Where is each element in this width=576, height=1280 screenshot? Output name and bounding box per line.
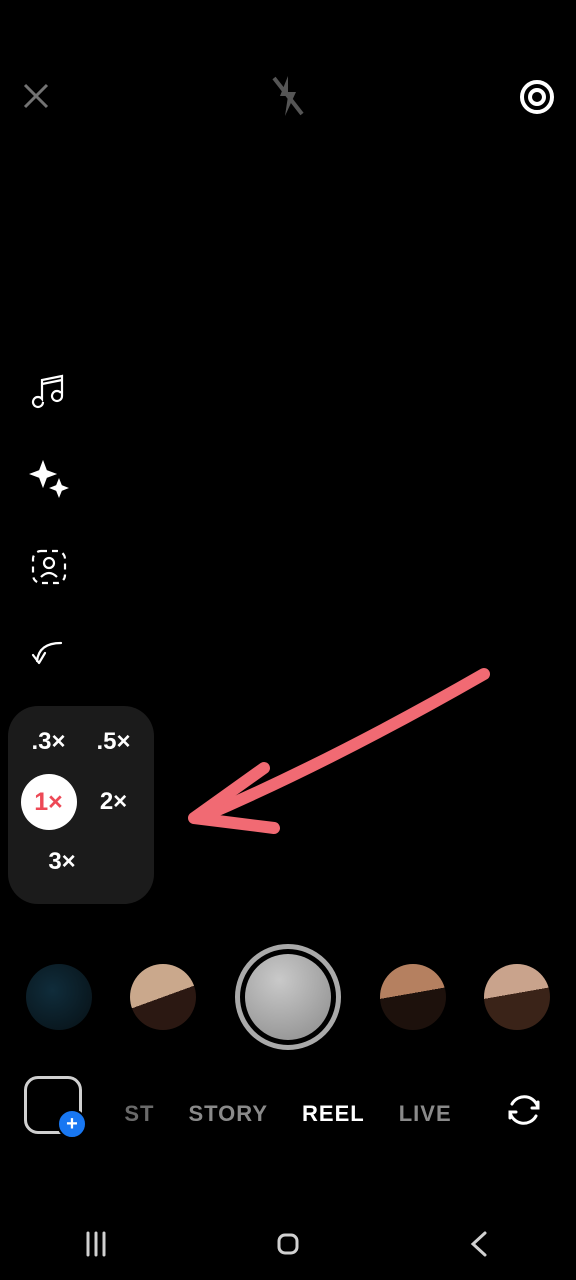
speed-panel: .3× .5× 1× 2× 3× xyxy=(8,706,154,904)
effect-thumb-1[interactable] xyxy=(26,964,92,1030)
speed-option-1x[interactable]: 1× xyxy=(21,774,77,830)
home-icon xyxy=(273,1229,303,1259)
close-icon xyxy=(21,81,51,111)
mode-tabs: ST STORY REEL LIVE xyxy=(0,1094,576,1134)
effects-button[interactable] xyxy=(28,458,70,500)
close-button[interactable] xyxy=(14,74,58,118)
camera-flip-icon xyxy=(504,1090,544,1130)
speed-option-2x[interactable]: 2× xyxy=(86,788,142,816)
shutter-inner xyxy=(245,954,331,1040)
gear-icon xyxy=(517,77,557,117)
annotation-arrow xyxy=(164,660,504,860)
music-icon xyxy=(30,372,68,410)
greenscreen-icon xyxy=(29,547,69,587)
android-recent-apps-button[interactable] xyxy=(74,1222,118,1266)
side-toolbar: 90 xyxy=(28,370,70,764)
speed-option-0-5x[interactable]: .5× xyxy=(86,728,142,756)
android-home-button[interactable] xyxy=(266,1222,310,1266)
mode-live[interactable]: LIVE xyxy=(399,1101,452,1127)
flash-toggle[interactable] xyxy=(264,72,312,120)
effect-thumb-4[interactable] xyxy=(484,964,550,1030)
mode-story[interactable]: STORY xyxy=(188,1101,268,1127)
effect-thumb-2[interactable] xyxy=(130,964,196,1030)
effect-thumb-3[interactable] xyxy=(380,964,446,1030)
speed-option-3x[interactable]: 3× xyxy=(34,848,90,876)
reply-icon xyxy=(29,635,69,675)
speed-option-0-3x[interactable]: .3× xyxy=(21,728,77,756)
flash-off-icon xyxy=(268,74,308,118)
android-nav-bar xyxy=(0,1220,576,1268)
effects-strip xyxy=(0,944,576,1050)
settings-button[interactable] xyxy=(512,72,562,122)
mode-post[interactable]: ST xyxy=(124,1101,154,1127)
shutter-button[interactable] xyxy=(235,944,341,1050)
recent-apps-icon xyxy=(81,1229,111,1259)
reply-button[interactable] xyxy=(28,634,70,676)
sparkles-icon xyxy=(29,459,69,499)
camera-flip-button[interactable] xyxy=(502,1088,546,1132)
music-button[interactable] xyxy=(28,370,70,412)
back-icon xyxy=(465,1229,495,1259)
greenscreen-button[interactable] xyxy=(28,546,70,588)
android-back-button[interactable] xyxy=(458,1222,502,1266)
mode-reel[interactable]: REEL xyxy=(302,1101,365,1127)
